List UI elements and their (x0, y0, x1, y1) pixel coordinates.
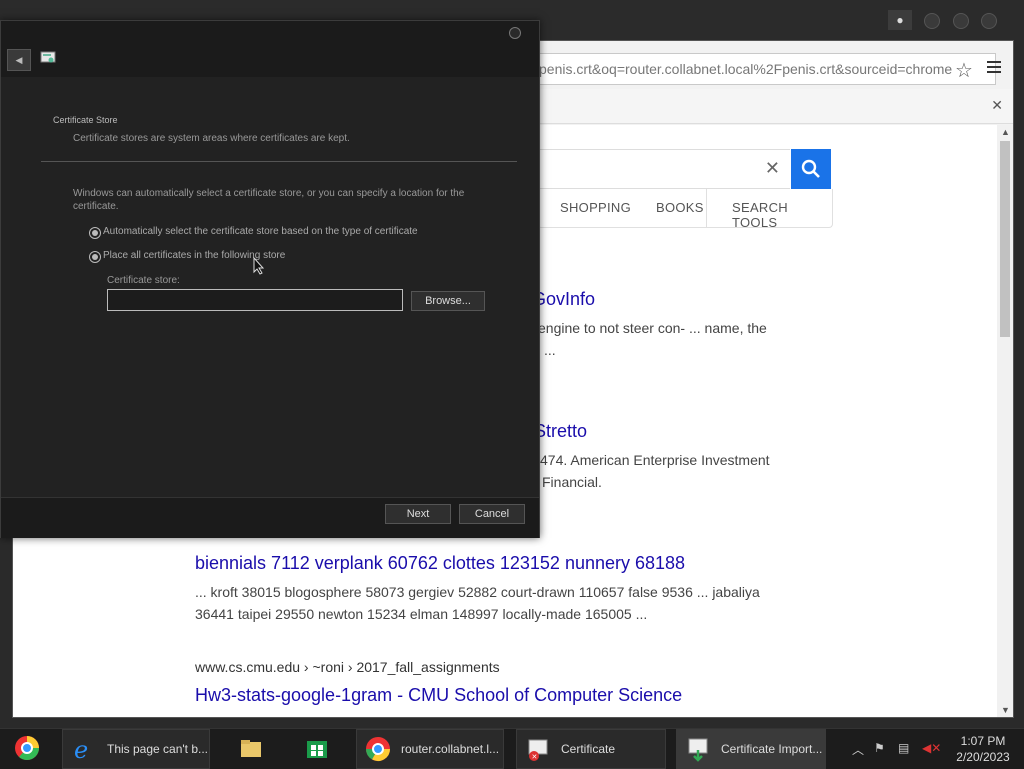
maximize-button[interactable] (953, 13, 969, 29)
browse-button[interactable]: Browse... (411, 291, 485, 311)
taskbar-item-chrome[interactable]: router.collabnet.l... (356, 729, 504, 769)
start-icon (15, 736, 40, 761)
scroll-up-icon[interactable]: ▲ (1001, 127, 1010, 137)
taskbar-item-ie[interactable]: e This page can't b... (62, 729, 210, 769)
radio-place-in-store[interactable] (89, 251, 101, 263)
scrollbar[interactable]: ▲ ▼ (997, 125, 1013, 717)
svg-text:✕: ✕ (532, 754, 538, 761)
clock[interactable]: 1:07 PM 2/20/2023 (950, 733, 1016, 765)
taskbar-item-file-explorer[interactable] (230, 729, 270, 769)
taskbar-item-certificate-import[interactable]: Certificate Import... (676, 729, 826, 769)
page-subtitle: Certificate stores are system areas wher… (73, 133, 350, 144)
result-snippet: 474. American Enterprise Investment (540, 452, 770, 468)
store-icon (307, 741, 327, 758)
svg-text:e: e (74, 736, 88, 762)
taskbar: e This page can't b... router.collabnet.… (0, 728, 1024, 769)
dialog-close-button[interactable] (509, 27, 521, 39)
certificate-icon (40, 51, 56, 63)
taskbar-label: Certificate (561, 742, 616, 756)
user-icon[interactable]: ● (888, 10, 912, 30)
result-snippet: engine to not steer con- ... name, the (538, 320, 767, 336)
tab-divider (706, 189, 707, 227)
result-title[interactable]: Stretto (534, 421, 587, 442)
certificate-import-icon (688, 738, 708, 762)
page-title: Certificate Store (53, 115, 118, 125)
clock-time: 1:07 PM (960, 734, 1006, 748)
close-icon[interactable]: ✕ (991, 97, 1003, 114)
scroll-thumb[interactable] (1000, 141, 1010, 337)
clear-icon[interactable]: ✕ (765, 158, 780, 179)
show-hidden-icons[interactable]: ︿ (852, 741, 864, 758)
store-label: Certificate store: (107, 275, 180, 286)
tab-shopping[interactable]: SHOPPING (560, 200, 631, 215)
certificate-icon: ✕ (528, 739, 548, 761)
mouse-cursor-icon (253, 257, 265, 275)
taskbar-label: router.collabnet.l... (401, 742, 500, 756)
clock-date: 2/20/2023 (956, 750, 1010, 764)
start-button[interactable] (6, 729, 50, 769)
chrome-icon (366, 737, 390, 762)
chrome-menu-icon[interactable] (987, 61, 1001, 76)
search-tabs: SHOPPING BOOKS SEARCH TOOLS (537, 189, 833, 230)
next-button[interactable]: Next (385, 504, 451, 524)
network-icon[interactable]: ▤ (898, 741, 909, 755)
back-button[interactable]: ◀ (7, 49, 31, 71)
action-center-flag-icon[interactable]: ⚑ (874, 741, 885, 755)
scroll-down-icon[interactable]: ▼ (1001, 705, 1010, 715)
result-title[interactable]: biennials 7112 verplank 60762 clottes 12… (195, 553, 685, 574)
result-title[interactable]: GovInfo (532, 289, 595, 310)
certificate-import-wizard: ◀ Certificate Store Certificate stores a… (0, 20, 540, 538)
result-snippet: ... (544, 342, 556, 358)
cancel-button[interactable]: Cancel (459, 504, 525, 524)
bookmark-star-icon[interactable]: ☆ (955, 58, 973, 83)
intro-text: Windows can automatically select a certi… (73, 188, 465, 212)
certificate-store-field[interactable] (107, 289, 403, 311)
taskbar-label: Certificate Import... (721, 742, 823, 756)
dialog-titlebar (1, 21, 539, 77)
taskbar-item-certificate[interactable]: ✕ Certificate (516, 729, 666, 769)
divider (41, 161, 517, 162)
radio-auto-select[interactable] (89, 227, 101, 239)
result-url: www.cs.cmu.edu › ~roni › 2017_fall_assig… (195, 659, 500, 675)
address-bar[interactable]: penis.crt&oq=router.collabnet.local%2Fpe… (538, 53, 996, 85)
result-snippet: ... kroft 38015 blogosphere 58073 gergie… (195, 584, 760, 600)
result-title[interactable]: Hw3-stats-google-1gram - CMU School of C… (195, 685, 682, 706)
volume-muted-icon[interactable]: ◀✕ (922, 741, 941, 755)
folder-icon (241, 740, 261, 757)
close-button[interactable] (981, 13, 997, 29)
search-icon (801, 159, 820, 178)
taskbar-label: This page can't b... (107, 742, 209, 756)
minimize-button[interactable] (924, 13, 940, 29)
taskbar-item-store[interactable] (296, 729, 336, 769)
search-button[interactable] (791, 149, 831, 189)
tab-books[interactable]: BOOKS (656, 200, 704, 215)
tab-search-tools[interactable]: SEARCH TOOLS (732, 200, 832, 230)
radio-auto-label[interactable]: Automatically select the certificate sto… (103, 226, 418, 237)
result-snippet: Financial. (542, 474, 602, 490)
result-snippet: 36441 taipei 29550 newton 15234 elman 14… (195, 606, 648, 622)
internet-explorer-icon: e (74, 736, 88, 762)
